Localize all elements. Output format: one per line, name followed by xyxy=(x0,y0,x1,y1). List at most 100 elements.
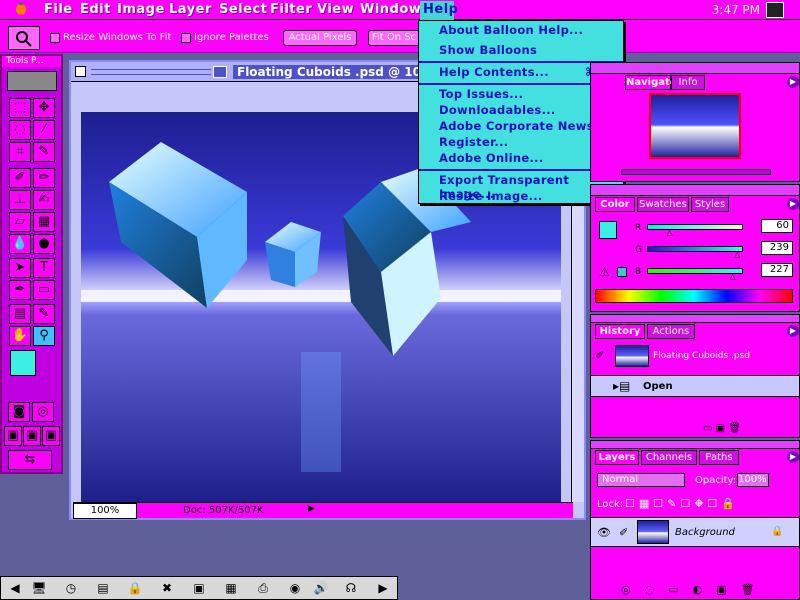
color-foreground-swatch[interactable] xyxy=(599,221,617,239)
g-value-field[interactable]: 239 xyxy=(761,241,793,255)
tab-channels[interactable]: Channels xyxy=(641,450,697,465)
apple-icon[interactable] xyxy=(14,2,28,17)
history-brush-tool-icon[interactable]: ✍ xyxy=(33,190,55,210)
navigator-palette-header[interactable] xyxy=(591,63,799,74)
jump-to-imageready-icon[interactable]: ⇆ xyxy=(8,450,52,470)
screen-mode-full-icon[interactable]: ▣ xyxy=(42,426,60,446)
tab-color[interactable]: Color xyxy=(595,197,635,212)
actual-pixels-button[interactable]: Actual Pixels xyxy=(283,30,357,46)
close-box-icon[interactable] xyxy=(75,66,86,77)
gradient-tool-icon[interactable]: ▦ xyxy=(33,212,55,232)
layers-footer-icons[interactable]: ◎◌▭◐▣🗑 xyxy=(621,583,769,596)
history-palette-header[interactable] xyxy=(591,315,799,323)
screen-mode-standard-icon[interactable]: ▣ xyxy=(4,426,22,446)
history-menu-icon[interactable]: ▶ xyxy=(787,325,799,337)
marquee-tool-icon[interactable]: ⬚ xyxy=(9,98,31,118)
tab-actions[interactable]: Actions xyxy=(647,324,695,339)
strip-file-icon[interactable]: ▤ xyxy=(93,580,113,598)
crop-tool-icon[interactable]: ⌗ xyxy=(9,142,31,162)
b-slider[interactable]: △ xyxy=(647,268,743,281)
menu-view[interactable]: View xyxy=(317,2,354,17)
status-menu-arrow-icon[interactable]: ▶ xyxy=(308,504,320,516)
tab-styles[interactable]: Styles xyxy=(691,197,729,212)
eraser-tool-icon[interactable]: ▱ xyxy=(9,212,31,232)
resize-windows-checkbox[interactable] xyxy=(50,33,60,43)
stamp-tool-icon[interactable]: ⊥ xyxy=(9,190,31,210)
menu-layer[interactable]: Layer xyxy=(169,2,212,17)
menu-item-resize-image[interactable]: Resize Image... xyxy=(439,189,543,203)
strip-grid-icon[interactable]: ▦ xyxy=(221,580,241,598)
g-slider[interactable]: △ xyxy=(647,246,743,259)
strip-sound-icon[interactable]: 🔊 xyxy=(311,580,331,598)
color-palette-header[interactable] xyxy=(591,185,799,196)
shape-tool-icon[interactable]: ▭ xyxy=(33,280,55,300)
layers-palette-header[interactable] xyxy=(591,441,799,449)
tab-navigator[interactable]: Navigator xyxy=(625,75,682,90)
tab-layers[interactable]: Layers xyxy=(595,450,639,465)
pen-tool-icon[interactable]: ✒ xyxy=(9,280,31,300)
strip-printer-icon[interactable]: ⎙ xyxy=(253,580,273,598)
tab-paths[interactable]: Paths xyxy=(699,450,739,465)
menu-item-show-balloons[interactable]: Show Balloons xyxy=(439,43,537,57)
strip-monitor-icon[interactable]: ▣ xyxy=(189,580,209,598)
eyedropper-tool-icon[interactable]: ✎ xyxy=(33,304,55,324)
standard-mode-icon[interactable]: ◙ xyxy=(8,402,30,422)
gamut-warning-icon[interactable]: ⚠ xyxy=(599,265,610,279)
dodge-tool-icon[interactable]: ● xyxy=(33,234,55,254)
path-select-tool-icon[interactable]: ➤ xyxy=(9,258,31,278)
hand-tool-icon[interactable]: ✋ xyxy=(9,326,31,346)
app-switcher-icon[interactable] xyxy=(766,2,784,18)
navigator-menu-icon[interactable]: ▶ xyxy=(787,76,799,88)
menu-item-register[interactable]: Register... xyxy=(439,135,508,149)
slice-tool-icon[interactable]: ✎ xyxy=(33,142,55,162)
menu-window[interactable]: Window xyxy=(360,2,421,17)
layers-menu-icon[interactable]: ▶ xyxy=(787,451,799,463)
blend-mode-select[interactable]: Normal xyxy=(597,473,685,487)
r-slider[interactable]: △ xyxy=(647,224,743,237)
menu-item-about-balloon-help[interactable]: About Balloon Help... xyxy=(439,23,583,37)
history-state-row[interactable]: ▸▤ Open xyxy=(591,375,799,397)
menu-item-adobe-online[interactable]: Adobe Online... xyxy=(439,151,544,165)
eye-logo-icon[interactable] xyxy=(7,71,57,91)
notes-tool-icon[interactable]: ▤ xyxy=(9,304,31,324)
strip-computer-icon[interactable]: 🖥 xyxy=(29,580,49,598)
move-tool-icon[interactable]: ✥ xyxy=(33,98,55,118)
tab-info[interactable]: Info xyxy=(671,75,705,90)
strip-quicktime-icon[interactable]: ◉ xyxy=(285,580,305,598)
menu-item-corporate-news[interactable]: Adobe Corporate News... xyxy=(439,119,608,133)
menu-edit[interactable]: Edit xyxy=(80,2,111,17)
strip-lock-icon[interactable]: 🔒 xyxy=(125,580,145,598)
menu-item-top-issues[interactable]: Top Issues... xyxy=(439,87,523,101)
strip-end-icon[interactable]: ▶ xyxy=(373,580,393,598)
r-value-field[interactable]: 60 xyxy=(761,219,793,233)
screen-mode-full-menu-icon[interactable]: ▣ xyxy=(23,426,41,446)
zoom-tool-preset[interactable] xyxy=(8,26,40,50)
gamut-color-swatch[interactable] xyxy=(617,267,627,277)
zoom-level-field[interactable]: 100% xyxy=(73,503,137,519)
opacity-field[interactable]: 100% xyxy=(737,473,769,487)
history-snapshot-row[interactable]: ✐ Floating Cuboids .psd xyxy=(591,343,799,369)
navigator-thumbnail[interactable] xyxy=(649,93,741,159)
g-slider-thumb[interactable]: △ xyxy=(734,251,740,259)
r-slider-thumb[interactable]: △ xyxy=(667,229,673,237)
fit-on-screen-button[interactable]: Fit On Sc xyxy=(368,30,420,46)
menu-item-downloadables[interactable]: Downloadables... xyxy=(439,103,556,117)
layer-visibility-eye-icon[interactable]: 👁 xyxy=(597,526,611,539)
tab-swatches[interactable]: Swatches xyxy=(637,197,689,212)
quick-mask-mode-icon[interactable]: ◎ xyxy=(32,402,54,422)
menu-item-help-contents[interactable]: Help Contents... xyxy=(439,65,549,79)
history-footer-icons[interactable]: ▭ ▣ 🗑 xyxy=(703,423,741,434)
blur-tool-icon[interactable]: 💧 xyxy=(9,234,31,254)
menu-file[interactable]: File xyxy=(44,2,73,17)
color-ramp[interactable] xyxy=(595,289,793,303)
layer-row-background[interactable]: 👁 ✐ Background 🔒 xyxy=(591,517,799,547)
magic-wand-tool-icon[interactable]: ⁄ xyxy=(33,120,55,140)
menu-image[interactable]: Image xyxy=(117,2,165,17)
strip-handle-icon[interactable]: ◀ xyxy=(5,580,25,598)
strip-clock-icon[interactable]: ◷ xyxy=(61,580,81,598)
strip-speech-icon[interactable]: ☊ xyxy=(341,580,361,598)
foreground-color-swatch[interactable] xyxy=(10,350,36,376)
pencil-tool-icon[interactable]: ✏ xyxy=(33,168,55,188)
lock-options-icons[interactable]: ☐▦☐✎☐✥☐🔒 xyxy=(625,497,739,510)
color-menu-icon[interactable]: ▶ xyxy=(787,198,799,210)
